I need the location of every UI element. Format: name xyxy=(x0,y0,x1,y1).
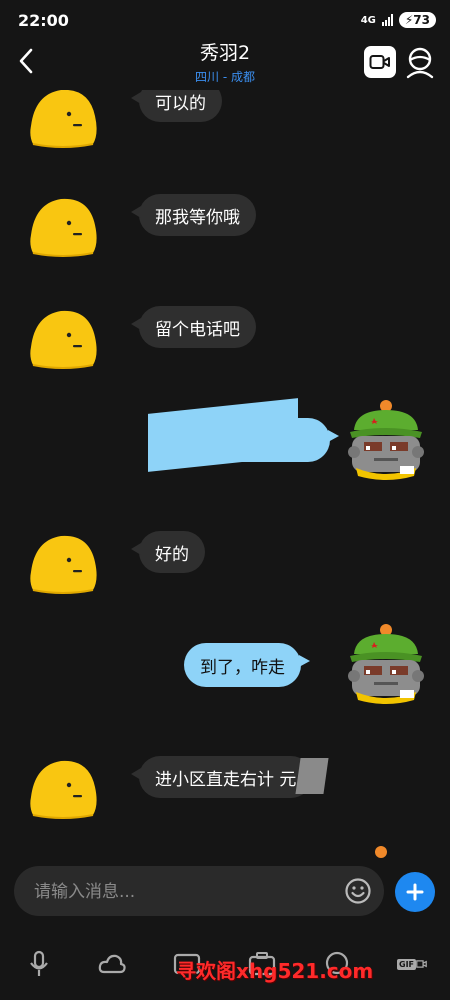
user-avatar[interactable] xyxy=(344,396,428,480)
emoji-icon[interactable] xyxy=(344,877,372,905)
status-bar: 22:00 4G ⚡73 xyxy=(0,0,450,40)
message-bubble-incoming[interactable]: 留个电话吧 xyxy=(131,306,256,348)
message-input-bar xyxy=(14,866,384,918)
message-input[interactable] xyxy=(32,866,336,918)
message-bubble-incoming[interactable]: 进小区直走右计 元 xyxy=(130,756,313,798)
watermark-text: 寻欢阁xhg521.com xyxy=(176,959,374,983)
battery-indicator: ⚡73 xyxy=(398,12,436,28)
battery-level: 73 xyxy=(413,13,430,27)
mic-icon[interactable] xyxy=(24,950,54,978)
chat-header: 秀羽2 四川 - 成都 xyxy=(0,36,450,90)
cloud-icon[interactable] xyxy=(97,950,127,978)
add-button[interactable] xyxy=(395,872,435,912)
contact-avatar[interactable] xyxy=(27,195,99,257)
video-call-button[interactable] xyxy=(364,46,396,78)
message-bubble-outgoing[interactable]: 到了，咋走 xyxy=(184,643,310,687)
video-icon xyxy=(416,960,427,968)
status-icons: 4G ⚡73 xyxy=(361,12,436,28)
contact-avatar[interactable] xyxy=(27,90,99,148)
status-time: 22:00 xyxy=(18,10,69,30)
contact-avatar[interactable] xyxy=(27,532,99,594)
redaction-overlay xyxy=(295,758,329,794)
message-bubble-incoming[interactable]: 可以的 xyxy=(131,90,222,122)
gif-button[interactable]: GIF xyxy=(397,950,427,978)
message-text: 进小区直走右计 元 xyxy=(155,769,297,790)
gif-label: GIF xyxy=(397,958,417,970)
message-text: 那我等你哦 xyxy=(155,207,240,228)
message-bubble-incoming[interactable]: 那我等你哦 xyxy=(131,194,256,236)
profile-icon[interactable] xyxy=(404,45,436,79)
plus-icon xyxy=(406,883,424,901)
message-list[interactable]: 可以的 那我等你哦 留个电话吧 好的 到了，咋走 进小区直走右计 元 xyxy=(0,90,450,860)
video-camera-icon xyxy=(369,55,390,69)
user-avatar-partial xyxy=(375,846,387,858)
network-indicator: 4G xyxy=(360,14,376,26)
message-bubble-incoming[interactable]: 好的 xyxy=(131,531,205,573)
signal-icon xyxy=(381,14,393,26)
message-text: 留个电话吧 xyxy=(155,319,240,340)
message-text: 可以的 xyxy=(155,93,206,114)
user-avatar[interactable] xyxy=(344,620,428,704)
contact-avatar[interactable] xyxy=(27,757,99,819)
message-text: 好的 xyxy=(155,544,189,565)
message-text: 到了，咋走 xyxy=(200,657,285,678)
contact-avatar[interactable] xyxy=(27,307,99,369)
